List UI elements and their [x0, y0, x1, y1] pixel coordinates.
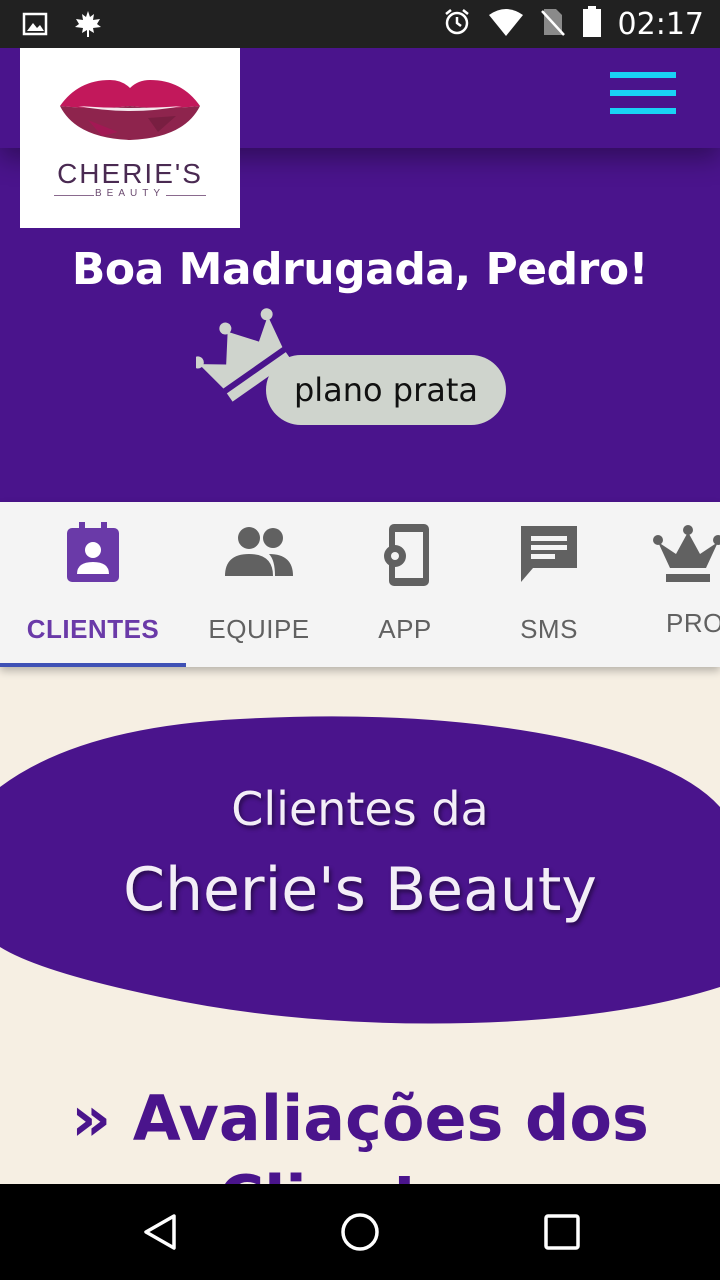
- plan-label: plano prata: [266, 355, 506, 425]
- back-icon[interactable]: [140, 1212, 180, 1252]
- content: Clientes da Cherie's Beauty » Avaliações…: [0, 667, 720, 1184]
- tab-indicator: [0, 663, 186, 667]
- tab-pro[interactable]: PRO: [620, 502, 720, 667]
- tab-bar: CLIENTES EQUIPE APP SMS PRO: [0, 502, 720, 667]
- home-icon[interactable]: [340, 1212, 380, 1252]
- tab-app[interactable]: APP: [332, 502, 478, 667]
- logo-brand-text: CHERIE'S: [57, 158, 203, 189]
- tab-label: SMS: [520, 614, 578, 644]
- tab-label: PRO: [666, 608, 720, 638]
- logo-sub-text: BEAUTY: [94, 188, 165, 199]
- tab-sms[interactable]: SMS: [478, 502, 620, 667]
- clientes-title: Clientes da: [231, 782, 489, 836]
- hamburger-menu-icon[interactable]: [608, 70, 680, 126]
- navigation-bar: [0, 1184, 720, 1280]
- contact-calendar-icon: [65, 522, 121, 591]
- crown-icon: [652, 524, 720, 591]
- lips-icon: [60, 80, 200, 140]
- status-bar: 02:17: [0, 0, 720, 48]
- recents-icon[interactable]: [542, 1212, 582, 1252]
- clientes-business-name: Cherie's Beauty: [123, 855, 597, 925]
- tab-label: EQUIPE: [208, 614, 310, 644]
- greeting: Boa Madrugada, Pedro!: [71, 244, 649, 295]
- image-icon: [22, 11, 48, 42]
- header: CHERIE'S BEAUTY Boa Madrugada, Pedro! pl…: [0, 48, 720, 502]
- tab-equipe[interactable]: EQUIPE: [186, 502, 332, 667]
- chat-message-icon: [519, 522, 579, 589]
- maple-leaf-icon: [74, 10, 102, 43]
- wifi-icon: [488, 7, 524, 42]
- tab-label: CLIENTES: [26, 614, 160, 644]
- logo-divider: [166, 195, 206, 196]
- alarm-icon: [442, 7, 472, 42]
- tab-clientes[interactable]: CLIENTES: [0, 502, 186, 667]
- plan-badge[interactable]: plano prata: [196, 308, 516, 438]
- tab-label: APP: [378, 614, 432, 644]
- status-time: 02:17: [617, 6, 704, 42]
- battery-icon: [582, 6, 602, 43]
- phone-settings-icon: [377, 522, 433, 593]
- people-icon: [225, 522, 293, 583]
- no-sim-icon: [540, 7, 566, 42]
- logo[interactable]: CHERIE'S BEAUTY: [20, 48, 240, 228]
- reviews-heading: » Avaliações dos Clientes: [71, 1082, 649, 1184]
